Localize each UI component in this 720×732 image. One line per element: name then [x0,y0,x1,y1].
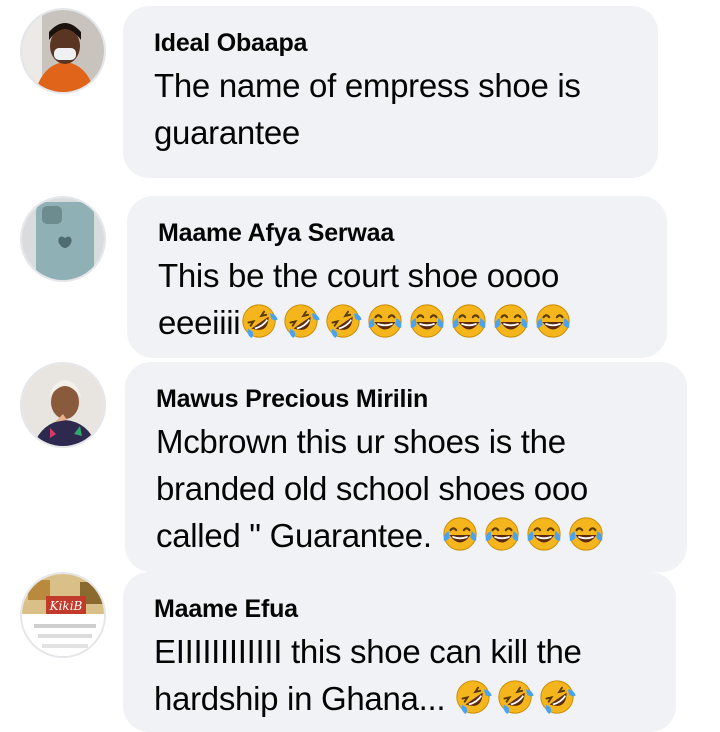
face-with-tears-of-joy-emoji [534,302,572,340]
comment-line-text: eeeiiii [158,304,241,341]
rolling-on-floor-laughing-emoji [538,678,576,716]
face-with-tears-of-joy-emoji [366,302,404,340]
comment-line: hardship in Ghana... [154,675,676,722]
comment-author[interactable]: Maame Efua [154,592,676,626]
comment-line: EIIIIIIIIIIII this shoe can kill the [154,633,582,670]
face-with-tears-of-joy-emoji [525,515,563,553]
comment-line: called " Guarantee. [156,512,687,559]
comment-line-text: hardship in Ghana... [154,680,446,717]
avatar[interactable] [20,362,106,448]
face-with-tears-of-joy-emoji [408,302,446,340]
avatar[interactable]: KikiB [20,572,106,658]
comment-line: guarantee [154,114,300,151]
rolling-on-floor-laughing-emoji [454,678,492,716]
user-avatar-icon [22,198,104,280]
comment-bubble: Maame Afya Serwaa This be the court shoe… [127,196,667,358]
comment-author[interactable]: Ideal Obaapa [154,26,658,60]
comment-line: The name of empress shoe is [154,67,581,104]
rolling-on-floor-laughing-emoji [324,302,362,340]
user-avatar-icon: KikiB [22,574,104,656]
comment-author[interactable]: Mawus Precious Mirilin [156,382,687,416]
rolling-on-floor-laughing-emoji [282,302,320,340]
face-with-tears-of-joy-emoji [492,302,530,340]
rolling-on-floor-laughing-emoji [496,678,534,716]
avatar[interactable] [20,8,106,94]
comment-text: This be the court shoe oooo eeeiiii [158,252,667,346]
avatar[interactable] [20,196,106,282]
comment-text: The name of empress shoe is guarantee [154,62,658,156]
comment-bubble: Mawus Precious Mirilin Mcbrown this ur s… [125,362,687,572]
face-with-tears-of-joy-emoji [483,515,521,553]
face-with-tears-of-joy-emoji [567,515,605,553]
user-avatar-icon [22,10,104,92]
face-with-tears-of-joy-emoji [441,515,479,553]
rolling-on-floor-laughing-emoji [240,302,278,340]
comment-line-text: called " Guarantee. [156,517,432,554]
user-avatar-icon [22,364,104,446]
emoji-row [454,680,576,717]
comment-bubble: Ideal Obaapa The name of empress shoe is… [123,6,658,178]
comment-line: branded old school shoes ooo [156,470,588,507]
comment-bubble: Maame Efua EIIIIIIIIIIII this shoe can k… [123,572,676,732]
avatar-logo-text: KikiB [49,599,83,613]
comment-author[interactable]: Maame Afya Serwaa [158,216,667,250]
face-with-tears-of-joy-emoji [450,302,488,340]
emoji-row [240,304,572,341]
comment-line: This be the court shoe oooo [158,257,560,294]
comment-line: Mcbrown this ur shoes is the [156,423,566,460]
comment-text: Mcbrown this ur shoes is the branded old… [156,418,687,559]
emoji-row [441,517,605,554]
comment-text: EIIIIIIIIIIII this shoe can kill the har… [154,628,676,722]
comment-line: eeeiiii [158,299,667,346]
